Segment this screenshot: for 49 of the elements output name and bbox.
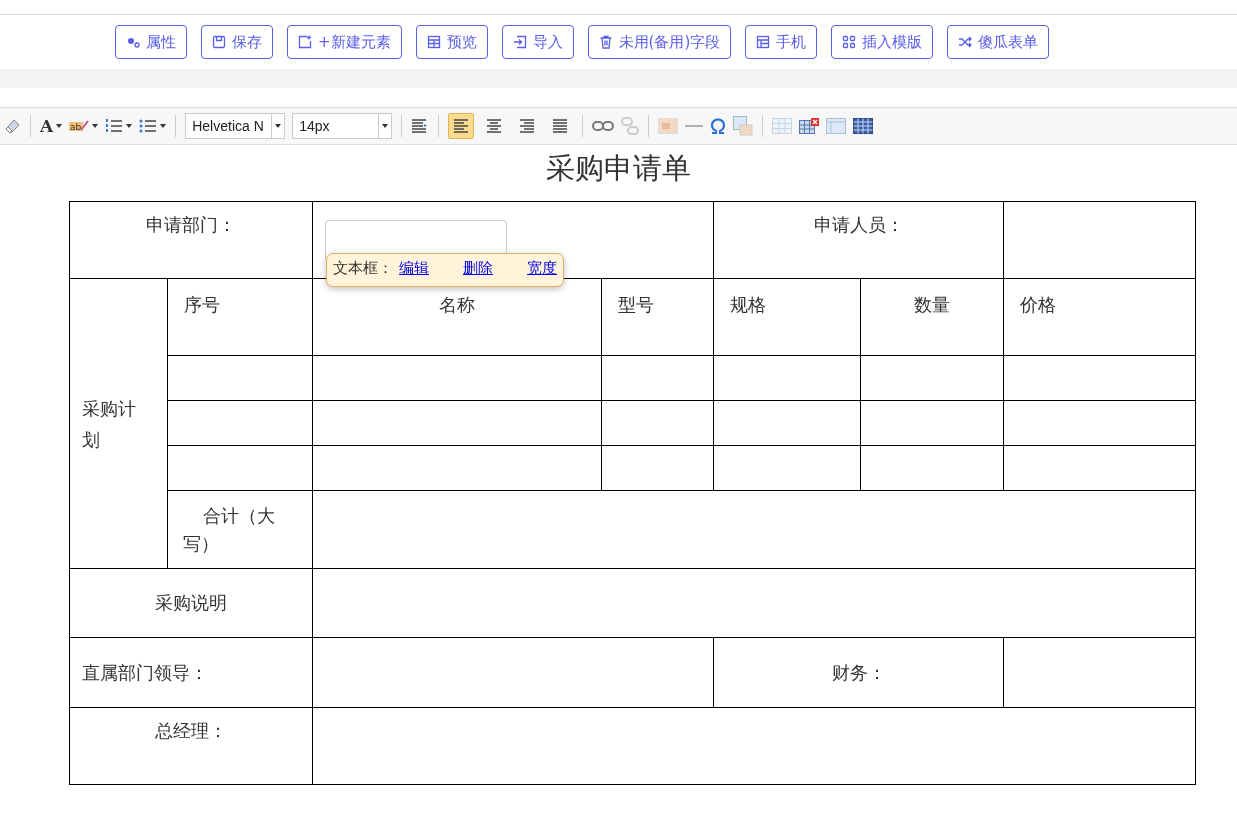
popup-link[interactable]: 删除 xyxy=(463,259,493,278)
toolbar-button[interactable]: 保存 xyxy=(201,25,273,59)
eraser-icon[interactable] xyxy=(3,117,21,135)
field-label: 合计（大写） xyxy=(183,504,275,554)
column-header: 型号 xyxy=(618,294,654,315)
highlight-button[interactable]: ab xyxy=(69,119,99,133)
column-header: 名称 xyxy=(439,294,475,315)
toolbar-button[interactable]: 傻瓜表单 xyxy=(947,25,1050,59)
layout-icon xyxy=(756,35,771,49)
field-label: 申请人员： xyxy=(813,214,904,235)
new-page-icon xyxy=(298,35,312,49)
line-height-icon[interactable] xyxy=(411,118,430,134)
field-label: 申请部门： xyxy=(146,214,236,235)
toolbar-button[interactable]: 手机 xyxy=(745,25,818,59)
toolbar-button[interactable]: +新建元素 xyxy=(287,25,402,59)
field-label: 直属部门领导： xyxy=(82,661,208,683)
column-header: 数量 xyxy=(914,294,950,315)
table-grid-icon[interactable] xyxy=(853,118,874,134)
shuffle-icon xyxy=(958,35,973,49)
field-label: 财务： xyxy=(831,661,886,683)
trash-icon xyxy=(598,35,613,49)
toolbar-button[interactable]: 属性 xyxy=(115,25,187,59)
popup-link[interactable]: 宽度 xyxy=(527,259,557,278)
grid-icon xyxy=(842,35,857,49)
field-label: 采购说明 xyxy=(155,592,227,613)
bullet-list-button[interactable] xyxy=(139,118,167,134)
toolbar-button[interactable]: 未用(备用)字段 xyxy=(587,25,732,59)
omega-icon[interactable] xyxy=(710,118,727,134)
column-header: 序号 xyxy=(184,294,220,315)
column-header: 价格 xyxy=(1020,294,1056,315)
delete-table-icon[interactable] xyxy=(799,118,820,134)
numbered-list-button[interactable] xyxy=(105,118,133,134)
link-icon[interactable] xyxy=(592,120,615,132)
font-family-select[interactable]: Helvetica N xyxy=(185,113,286,139)
import-icon xyxy=(512,35,527,49)
popup-label: 文本框： xyxy=(333,259,393,278)
popup-link[interactable]: 编辑 xyxy=(399,259,429,278)
form-title: 采购申请单 xyxy=(545,150,692,187)
toolbar-button[interactable]: 预览 xyxy=(415,25,488,59)
toolbar-button[interactable]: 插入模版 xyxy=(831,25,934,59)
font-size-select[interactable]: 14px xyxy=(292,113,393,139)
align-left-icon[interactable] xyxy=(448,113,475,139)
table-icon xyxy=(426,35,441,49)
floppy-icon xyxy=(212,35,226,49)
section-label: 采购计划 xyxy=(82,397,136,450)
column-header: 规格 xyxy=(730,294,766,315)
field-label: 总经理： xyxy=(155,720,227,741)
font-color-button[interactable]: A xyxy=(40,116,63,136)
toolbar-button[interactable]: 导入 xyxy=(501,25,574,59)
